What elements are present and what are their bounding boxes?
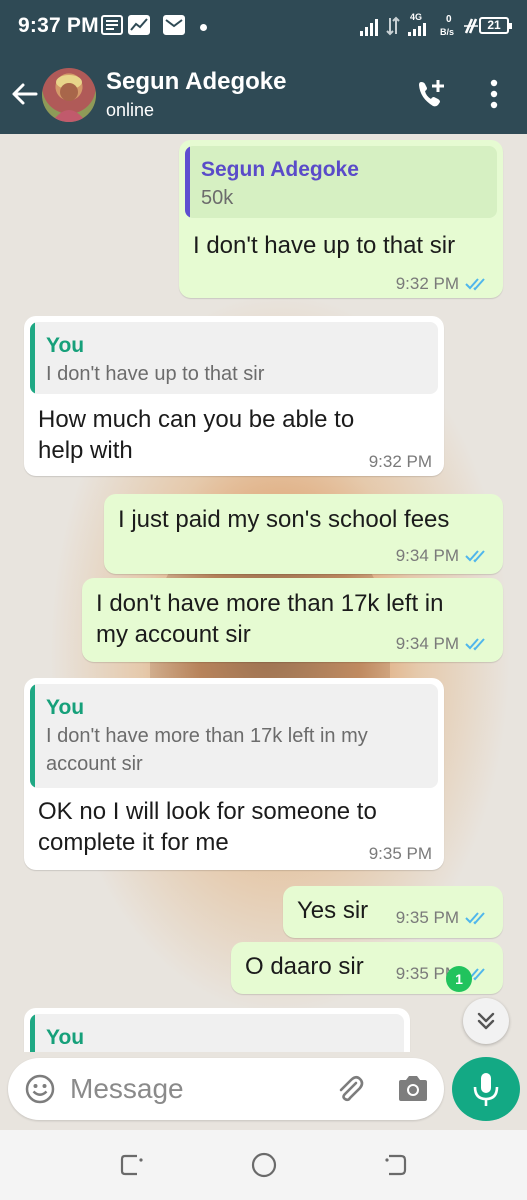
quote-author: You bbox=[46, 696, 85, 719]
message-text: I don't have up to that sir bbox=[193, 232, 456, 259]
message-icon bbox=[101, 15, 123, 35]
message-text: O daaro sir bbox=[245, 953, 364, 980]
message-time: 9:34 PM bbox=[395, 634, 459, 653]
message-text-line: help with bbox=[38, 437, 133, 464]
message-time: 9:35 PM bbox=[395, 908, 459, 927]
data-rate-value: 0 bbox=[446, 14, 452, 25]
message-text-line: OK no I will look for someone to bbox=[38, 798, 377, 825]
status-bar: 9:37 PM 4G 0 B/s 21 bbox=[0, 0, 527, 56]
message-bubble[interactable]: Yes sir 9:35 PM bbox=[283, 886, 503, 938]
message-bubble[interactable]: You I don't have up to that sir How much… bbox=[24, 316, 444, 476]
message-meta: 9:35 PM bbox=[396, 908, 489, 928]
emoji-icon[interactable] bbox=[24, 1073, 56, 1105]
message-text: I just paid my son's school fees bbox=[118, 506, 450, 533]
message-text-line: How much can you be able to bbox=[38, 406, 355, 433]
chat-area[interactable]: Segun Adegoke 50k I don't have up to tha… bbox=[0, 134, 527, 1052]
quoted-message[interactable]: Segun Adegoke 50k bbox=[185, 146, 497, 218]
home-icon[interactable] bbox=[249, 1150, 279, 1180]
read-ticks-icon bbox=[465, 550, 485, 563]
unread-count-badge[interactable]: 1 bbox=[446, 966, 472, 992]
quote-author: You bbox=[46, 1026, 85, 1049]
back-arrow-icon[interactable] bbox=[8, 76, 42, 112]
wifi-calling-icon bbox=[464, 18, 478, 34]
attach-icon[interactable] bbox=[332, 1072, 366, 1106]
mic-icon bbox=[473, 1073, 499, 1106]
contact-name[interactable]: Segun Adegoke bbox=[106, 68, 286, 96]
message-text: Yes sir bbox=[297, 897, 369, 924]
quoted-message[interactable]: You I don't have up to that sir bbox=[30, 322, 438, 394]
message-text-line: complete it for me bbox=[38, 829, 229, 856]
signal-4g-icon bbox=[408, 22, 426, 36]
message-composer bbox=[8, 1058, 444, 1120]
message-bubble[interactable]: You bbox=[24, 1008, 410, 1052]
scroll-to-bottom-button[interactable] bbox=[463, 998, 509, 1044]
message-meta: 9:34 PM bbox=[396, 634, 489, 654]
mail-icon bbox=[163, 15, 185, 35]
signal-icon bbox=[360, 16, 378, 36]
message-time: 9:32 PM bbox=[395, 274, 459, 293]
more-vert-icon[interactable] bbox=[480, 76, 508, 112]
read-ticks-icon bbox=[465, 912, 485, 925]
system-nav-bar bbox=[0, 1130, 527, 1200]
message-bubble[interactable]: I don't have more than 17k left in my ac… bbox=[82, 578, 503, 662]
quote-text-line: I don't have more than 17k left in my bbox=[46, 725, 368, 747]
double-chevron-down-icon bbox=[477, 1012, 495, 1030]
avatar[interactable] bbox=[42, 68, 96, 122]
message-text-line: my account sir bbox=[96, 621, 251, 648]
quoted-message[interactable]: You bbox=[30, 1014, 404, 1052]
message-meta: 9:35 PM bbox=[396, 964, 489, 984]
battery-icon: 21 bbox=[479, 17, 512, 34]
camera-icon[interactable] bbox=[396, 1073, 430, 1105]
message-time: 9:32 PM bbox=[368, 452, 432, 471]
chat-header: Segun Adegoke online bbox=[0, 56, 527, 134]
mic-button[interactable] bbox=[452, 1057, 520, 1121]
quote-author: You bbox=[46, 334, 85, 357]
message-bubble[interactable]: You I don't have more than 17k left in m… bbox=[24, 678, 444, 870]
message-meta: 9:32 PM bbox=[369, 452, 432, 472]
add-call-icon[interactable] bbox=[414, 76, 450, 112]
message-meta: 9:32 PM bbox=[396, 274, 489, 294]
recents-icon[interactable] bbox=[117, 1150, 147, 1180]
data-rate-unit: B/s bbox=[440, 27, 455, 37]
back-nav-icon[interactable] bbox=[381, 1150, 411, 1180]
dot-icon bbox=[200, 24, 207, 31]
message-input[interactable] bbox=[70, 1070, 320, 1108]
message-bubble[interactable]: I just paid my son's school fees 9:34 PM bbox=[104, 494, 503, 574]
message-bubble[interactable]: Segun Adegoke 50k I don't have up to tha… bbox=[179, 140, 503, 298]
quoted-message[interactable]: You I don't have more than 17k left in m… bbox=[30, 684, 438, 788]
message-time: 9:35 PM bbox=[368, 844, 432, 863]
network-type: 4G bbox=[410, 12, 423, 22]
message-text-line: I don't have more than 17k left in bbox=[96, 590, 444, 617]
status-time: 9:37 PM bbox=[18, 14, 99, 37]
message-meta: 9:34 PM bbox=[396, 546, 489, 566]
read-ticks-icon bbox=[465, 278, 485, 291]
data-arrows-icon bbox=[386, 16, 400, 36]
message-meta: 9:35 PM bbox=[369, 844, 432, 864]
quote-author: Segun Adegoke bbox=[201, 158, 359, 181]
chart-icon bbox=[128, 15, 150, 35]
contact-status: online bbox=[106, 100, 155, 120]
quote-text: 50k bbox=[201, 187, 234, 209]
read-ticks-icon bbox=[465, 638, 485, 651]
quote-text: I don't have up to that sir bbox=[46, 363, 265, 385]
quote-text-line: account sir bbox=[46, 753, 143, 775]
message-time: 9:34 PM bbox=[395, 546, 459, 565]
